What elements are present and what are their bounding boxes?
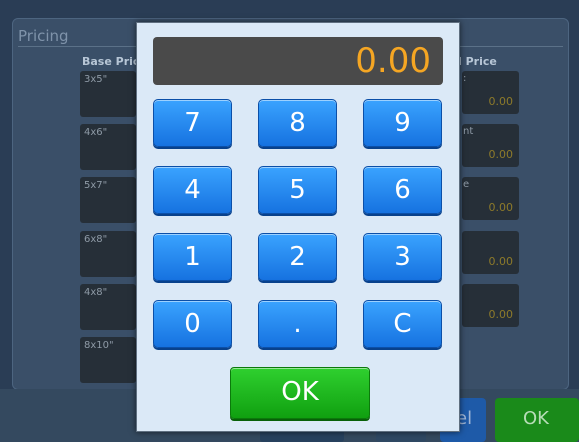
- key-decimal[interactable]: .: [258, 300, 337, 348]
- tile-label: :: [463, 73, 467, 84]
- pricing-title: Pricing: [18, 27, 69, 45]
- key-9[interactable]: 9: [363, 99, 442, 147]
- size-tile-8x10[interactable]: 8x10": [80, 337, 136, 383]
- key-7[interactable]: 7: [153, 99, 232, 147]
- size-label: 6x8": [84, 234, 108, 245]
- key-0[interactable]: 0: [153, 300, 232, 348]
- save-ok-button[interactable]: OK: [495, 398, 579, 442]
- tile-label: e: [463, 179, 470, 190]
- final-price-tile[interactable]: 0.00: [462, 231, 519, 274]
- key-2[interactable]: 2: [258, 233, 337, 281]
- size-label: 8x10": [84, 340, 114, 351]
- key-6[interactable]: 6: [363, 166, 442, 214]
- value-display: 0.00: [153, 37, 443, 85]
- final-price-tile[interactable]: e 0.00: [462, 177, 519, 220]
- tile-value: 0.00: [488, 308, 514, 321]
- tile-value: 0.00: [488, 148, 514, 161]
- size-label: 4x6": [84, 127, 108, 138]
- final-price-tile[interactable]: nt 0.00: [462, 124, 519, 167]
- key-5[interactable]: 5: [258, 166, 337, 214]
- base-price-header: Base Pric: [82, 55, 140, 68]
- tile-value: 0.00: [488, 255, 514, 268]
- display-value: 0.00: [355, 41, 431, 81]
- key-8[interactable]: 8: [258, 99, 337, 147]
- size-tile-4x6[interactable]: 4x6": [80, 124, 136, 170]
- final-price-tile[interactable]: : 0.00: [462, 71, 519, 114]
- size-tile-6x8[interactable]: 6x8": [80, 231, 136, 277]
- final-price-header: l Price: [458, 55, 497, 68]
- ok-label: OK: [523, 408, 549, 429]
- size-tile-3x5[interactable]: 3x5": [80, 71, 136, 117]
- size-label: 4x8": [84, 287, 108, 298]
- key-4[interactable]: 4: [153, 166, 232, 214]
- keypad-dialog: 0.00 7 8 9 4 5 6 1 2 3 0 . C OK: [136, 22, 460, 432]
- size-tile-5x7[interactable]: 5x7": [80, 177, 136, 223]
- key-1[interactable]: 1: [153, 233, 232, 281]
- tile-value: 0.00: [488, 95, 514, 108]
- size-tile-4x8[interactable]: 4x8": [80, 284, 136, 330]
- size-label: 3x5": [84, 74, 108, 85]
- tile-label: nt: [463, 126, 474, 137]
- size-label: 5x7": [84, 180, 108, 191]
- ok-button[interactable]: OK: [230, 367, 370, 419]
- key-3[interactable]: 3: [363, 233, 442, 281]
- final-price-tile[interactable]: 0.00: [462, 284, 519, 327]
- key-clear[interactable]: C: [363, 300, 442, 348]
- tile-value: 0.00: [488, 201, 514, 214]
